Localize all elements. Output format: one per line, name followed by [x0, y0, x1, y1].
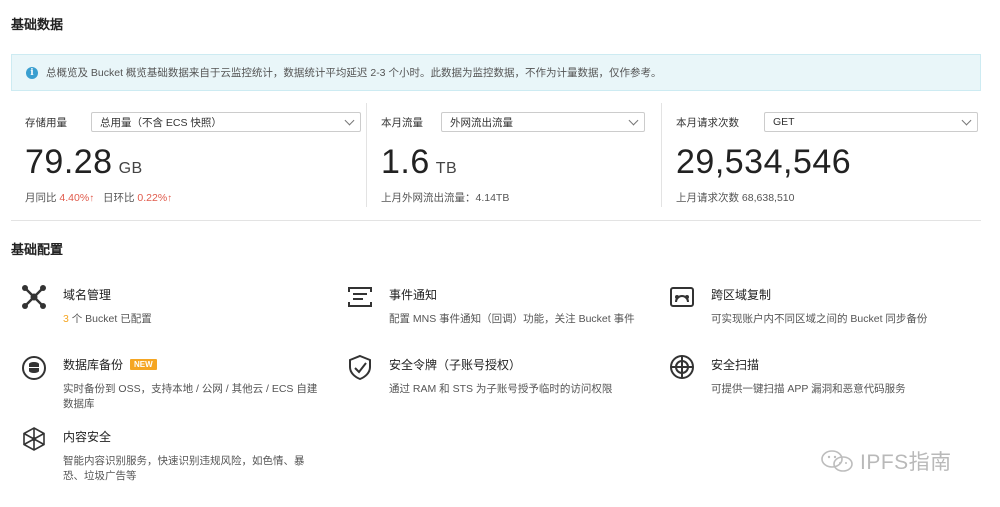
feature-desc: 配置 MNS 事件通知（回调）功能，关注 Bucket 事件 [389, 313, 635, 325]
mom-value: 4.40% [59, 192, 90, 204]
info-notice: i 总概览及 Bucket 概览基础数据来自于云监控统计，数据统计平均延迟 2-… [11, 54, 981, 91]
requests-value: 29,534,546 [676, 143, 852, 181]
feature-desc: 3 个 Bucket 已配置 [63, 313, 152, 325]
wechat-icon [821, 450, 853, 472]
feature-title: 跨区域复制 [711, 288, 772, 302]
feature-domain[interactable]: 域名管理 3 个 Bucket 已配置 [19, 284, 152, 327]
feature-desc: 实时备份到 OSS，支持本地 / 公网 / 其他云 / ECS 自建数据库 [63, 383, 318, 410]
feature-cross-region[interactable]: 跨区域复制 可实现账户内不同区域之间的 Bucket 同步备份 [667, 284, 927, 327]
storage-compare: 月同比 4.40%↑ 日环比 0.22%↑ [25, 192, 173, 204]
feature-content-security[interactable]: 内容安全 智能内容识别服务，快速识别违规风险，如色情、暴恐、垃圾广告等 [19, 426, 329, 484]
feature-title: 数据库备份 NEW [63, 356, 325, 373]
dod-value: 0.22% [137, 192, 168, 204]
feature-title: 安全令牌（子账号授权） [389, 358, 522, 372]
requests-last-month: 上月请求次数 68,638,510 [676, 192, 795, 204]
requests-label: 本月请求次数 [676, 116, 739, 129]
arrow-up-icon: ↑ [167, 193, 173, 204]
notice-text: 总概览及 Bucket 概览基础数据来自于云监控统计，数据统计平均延迟 2-3 … [46, 67, 662, 79]
basic-config-title: 基础配置 [11, 242, 64, 257]
content-security-icon [19, 426, 49, 456]
storage-type-select[interactable]: 总用量（不含 ECS 快照） [91, 112, 361, 132]
requests-stat: 本月请求次数 GET 29,534,546 上月请求次数 68,638,510 [661, 103, 981, 207]
cross-region-icon [667, 284, 697, 314]
chevron-down-icon [344, 115, 355, 126]
stats-panel: 存储用量 总用量（不含 ECS 快照） 79.28 GB 月同比 4.40%↑ 日… [11, 103, 981, 221]
feature-desc: 可提供一键扫描 APP 漏洞和恶意代码服务 [711, 383, 906, 395]
traffic-stat: 本月流量 外网流出流量 1.6 TB 上月外网流出流量：4.14TB [366, 103, 656, 207]
feature-desc: 可实现账户内不同区域之间的 Bucket 同步备份 [711, 313, 928, 325]
domain-icon [19, 284, 49, 314]
chevron-down-icon [628, 115, 639, 126]
traffic-label: 本月流量 [381, 116, 423, 129]
feature-title: 安全扫描 [711, 358, 760, 372]
arrow-up-icon: ↑ [89, 193, 95, 204]
database-backup-icon [19, 354, 49, 384]
event-icon [345, 284, 375, 314]
token-icon [345, 354, 375, 384]
watermark: IPFS指南 [820, 446, 952, 476]
feature-title: 域名管理 [63, 288, 112, 302]
feature-security-scan[interactable]: 安全扫描 可提供一键扫描 APP 漏洞和恶意代码服务 [667, 354, 906, 397]
storage-stat: 存储用量 总用量（不含 ECS 快照） 79.28 GB 月同比 4.40%↑ 日… [11, 103, 361, 207]
feature-security-token[interactable]: 安全令牌（子账号授权） 通过 RAM 和 STS 为子账号授予临时的访问权限 [345, 354, 612, 397]
storage-label: 存储用量 [25, 116, 67, 129]
info-icon: i [26, 66, 38, 79]
request-type-select[interactable]: GET [764, 112, 978, 132]
feature-event[interactable]: 事件通知 配置 MNS 事件通知（回调）功能，关注 Bucket 事件 [345, 284, 635, 327]
traffic-type-select[interactable]: 外网流出流量 [441, 112, 645, 132]
basic-data-title: 基础数据 [11, 17, 64, 32]
new-badge: NEW [130, 359, 157, 370]
chevron-down-icon [961, 115, 972, 126]
feature-db-backup[interactable]: 数据库备份 NEW 实时备份到 OSS，支持本地 / 公网 / 其他云 / ECS… [19, 354, 329, 412]
traffic-last-month: 上月外网流出流量：4.14TB [381, 192, 510, 204]
scan-icon [667, 354, 697, 384]
feature-desc: 智能内容识别服务，快速识别违规风险，如色情、暴恐、垃圾广告等 [63, 455, 305, 482]
feature-title: 内容安全 [63, 430, 112, 444]
feature-title: 事件通知 [389, 288, 438, 302]
feature-desc: 通过 RAM 和 STS 为子账号授予临时的访问权限 [389, 383, 613, 395]
watermark-text: IPFS指南 [860, 451, 952, 474]
traffic-value: 1.6 TB [381, 143, 458, 181]
storage-value: 79.28 GB [25, 143, 143, 181]
